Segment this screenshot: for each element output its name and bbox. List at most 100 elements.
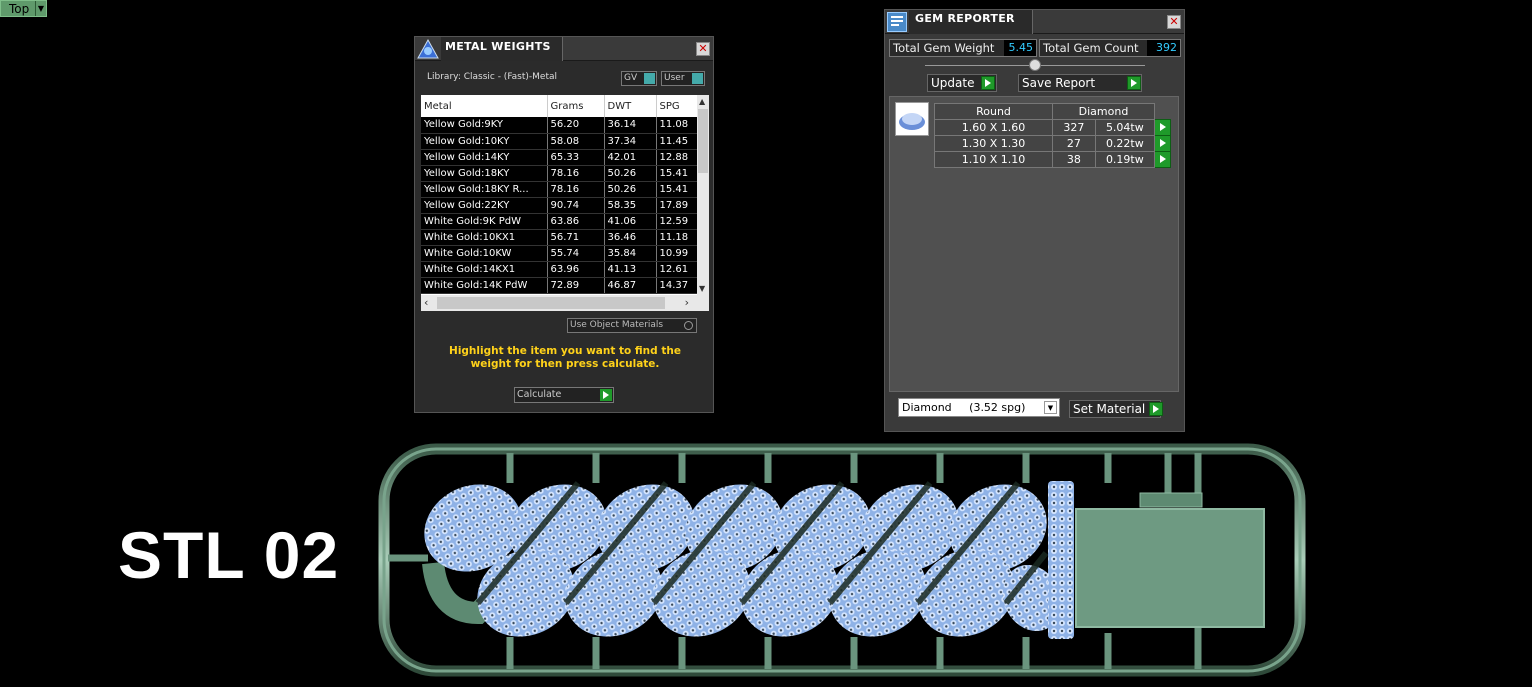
grams-cell: 63.96 <box>547 261 605 278</box>
gem-list[interactable]: Round Diamond 1.60 X 1.60 327 5.04tw 1.30 X… <box>889 96 1179 392</box>
column-header-grams[interactable]: Grams <box>547 95 605 117</box>
dwt-cell: 35.84 <box>604 245 657 262</box>
metal-name-cell: Yellow Gold:18KY R... <box>421 181 548 198</box>
save-report-button[interactable]: Save Report <box>1018 74 1142 92</box>
gem-reporter-title: GEM REPORTER <box>915 12 1015 25</box>
chevron-down-icon[interactable]: ▼ <box>35 1 46 16</box>
metal-weights-title: METAL WEIGHTS <box>445 40 551 53</box>
gem-row[interactable]: 1.10 X 1.10 38 0.19tw <box>934 151 1171 168</box>
metal-name-cell: White Gold:10KX1 <box>421 229 548 246</box>
grams-cell: 78.16 <box>547 181 605 198</box>
calculate-label: Calculate <box>517 389 562 400</box>
gem-row[interactable]: 1.60 X 1.60 327 5.04tw <box>934 119 1171 136</box>
grams-cell: 63.86 <box>547 213 605 230</box>
spg-cell: 12.61 <box>656 261 698 278</box>
horizontal-scrollbar[interactable]: ‹ › <box>421 295 709 311</box>
spg-cell: 11.18 <box>656 229 698 246</box>
column-header-material[interactable]: Diamond <box>1052 103 1155 120</box>
dwt-cell: 50.26 <box>604 165 657 182</box>
metal-name-cell: Yellow Gold:10KY <box>421 133 548 150</box>
play-icon[interactable] <box>981 76 995 90</box>
chevron-down-icon[interactable]: ▼ <box>699 284 705 293</box>
table-row[interactable]: Yellow Gold:9KY 56.20 36.14 11.08 <box>421 117 698 134</box>
table-row[interactable]: White Gold:9K PdW 63.86 41.06 12.59 <box>421 213 698 230</box>
play-icon[interactable] <box>1149 402 1163 416</box>
table-row[interactable]: Yellow Gold:18KY 78.16 50.26 15.41 <box>421 165 698 182</box>
gem-count-cell: 327 <box>1052 119 1096 136</box>
spg-cell: 12.88 <box>656 149 698 166</box>
table-row[interactable]: Yellow Gold:18KY R... 78.16 50.26 15.41 <box>421 181 698 198</box>
close-icon[interactable]: ✕ <box>696 42 710 56</box>
scroll-thumb[interactable] <box>437 297 665 309</box>
scroll-thumb[interactable] <box>698 109 708 173</box>
table-row[interactable]: Yellow Gold:22KY 90.74 58.35 17.89 <box>421 197 698 214</box>
gem-weight-cell: 0.22tw <box>1094 135 1156 152</box>
set-material-button[interactable]: Set Material <box>1069 400 1161 418</box>
grams-cell: 72.89 <box>547 277 605 294</box>
dwt-cell: 42.01 <box>604 149 657 166</box>
gv-toggle[interactable]: GV <box>621 71 657 86</box>
play-icon[interactable] <box>1154 119 1171 136</box>
model-label: STL 02 <box>118 518 340 592</box>
table-row[interactable]: Yellow Gold:10KY 58.08 37.34 11.45 <box>421 133 698 150</box>
table-row[interactable]: White Gold:10KW 55.74 35.84 10.99 <box>421 245 698 262</box>
metal-name-cell: Yellow Gold:22KY <box>421 197 548 214</box>
gem-shape-icon[interactable] <box>895 102 929 136</box>
dwt-cell: 36.14 <box>604 117 657 134</box>
calculate-button[interactable]: Calculate <box>514 387 614 403</box>
table-row[interactable]: White Gold:14KX1 63.96 41.13 12.61 <box>421 261 698 278</box>
column-header-spg[interactable]: SPG <box>656 95 698 117</box>
library-label: Library: Classic - (Fast)-Metal <box>427 72 558 82</box>
chevron-left-icon[interactable]: ‹ <box>424 296 428 309</box>
use-object-materials-checkbox[interactable]: Use Object Materials <box>567 318 697 333</box>
column-header-metal[interactable]: Metal <box>421 95 548 117</box>
user-toggle-label: User <box>664 73 685 83</box>
table-row[interactable]: White Gold:10KX1 56.71 36.46 11.18 <box>421 229 698 246</box>
user-toggle[interactable]: User <box>661 71 705 86</box>
table-row[interactable]: Yellow Gold:14KY 65.33 42.01 12.88 <box>421 149 698 166</box>
toggle-indicator-icon <box>644 73 655 84</box>
set-material-label: Set Material <box>1073 402 1146 416</box>
clasp-tab <box>1139 492 1203 508</box>
total-gem-count-label: Total Gem Count <box>1043 41 1139 55</box>
gem-reporter-panel: GEM REPORTER ✕ Total Gem Weight 5.45 Tot… <box>884 9 1185 432</box>
chevron-down-icon[interactable]: ▼ <box>1044 401 1057 414</box>
spg-cell: 15.41 <box>656 165 698 182</box>
gem-reporter-titlebar[interactable]: GEM REPORTER ✕ <box>885 10 1184 34</box>
grams-cell: 65.33 <box>547 149 605 166</box>
play-icon[interactable] <box>1154 151 1171 168</box>
metal-table[interactable]: Metal Grams DWT SPG Yellow Gold:9KY 56.20… <box>421 95 709 311</box>
material-select-value: Diamond (3.52 spg) <box>902 401 1026 414</box>
slider-handle-icon[interactable] <box>1029 59 1041 71</box>
total-gem-count-value: 392 <box>1147 40 1180 56</box>
viewport-label[interactable]: Top ▼ <box>0 0 47 17</box>
column-header-dwt[interactable]: DWT <box>604 95 657 117</box>
metal-name-cell: Yellow Gold:14KY <box>421 149 548 166</box>
use-object-materials-label: Use Object Materials <box>570 320 664 330</box>
clasp-box <box>1075 508 1265 628</box>
metal-name-cell: White Gold:14K PdW <box>421 277 548 294</box>
gv-toggle-label: GV <box>624 73 638 83</box>
cuban-link-model[interactable] <box>378 443 1308 683</box>
spg-cell: 11.45 <box>656 133 698 150</box>
spg-cell: 17.89 <box>656 197 698 214</box>
gem-count-cell: 27 <box>1052 135 1096 152</box>
chevron-up-icon[interactable]: ▲ <box>699 97 705 106</box>
play-icon[interactable] <box>1127 76 1141 90</box>
clasp-bar <box>1048 481 1074 639</box>
total-gem-weight-label: Total Gem Weight <box>893 41 995 55</box>
chevron-right-icon[interactable]: › <box>685 296 689 309</box>
dwt-cell: 50.26 <box>604 181 657 198</box>
close-icon[interactable]: ✕ <box>1167 15 1181 29</box>
viewport-name: Top <box>9 1 30 16</box>
spg-cell: 14.37 <box>656 277 698 294</box>
gem-row[interactable]: 1.30 X 1.30 27 0.22tw <box>934 135 1171 152</box>
play-icon[interactable] <box>1154 135 1171 152</box>
metal-name-cell: White Gold:10KW <box>421 245 548 262</box>
table-row[interactable]: White Gold:14K PdW 72.89 46.87 14.37 <box>421 277 698 294</box>
material-select[interactable]: Diamond (3.52 spg) ▼ <box>898 398 1060 417</box>
vertical-scrollbar[interactable]: ▲ ▼ <box>697 95 709 295</box>
column-header-shape[interactable]: Round <box>934 103 1053 120</box>
metal-weights-titlebar[interactable]: METAL WEIGHTS ✕ <box>415 37 713 61</box>
gem-weight-cell: 5.04tw <box>1094 119 1156 136</box>
